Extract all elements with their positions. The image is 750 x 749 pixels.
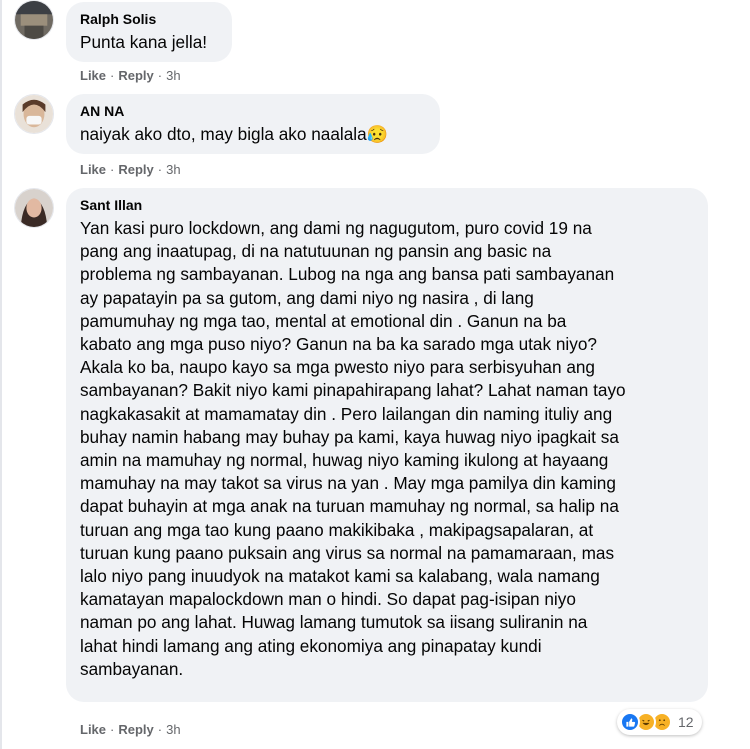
avatar[interactable] [14, 94, 54, 134]
avatar-photo [15, 1, 53, 39]
avatar-photo [15, 189, 53, 227]
reply-button[interactable]: Reply [118, 722, 153, 737]
reply-button[interactable]: Reply [118, 68, 153, 83]
comment-actions: Like · Reply · 3h [80, 722, 181, 738]
separator: · [157, 722, 163, 737]
timestamp[interactable]: 3h [166, 722, 180, 737]
comment-actions: Like · Reply · 3h [80, 162, 181, 178]
comment-author[interactable]: Ralph Solis [80, 10, 218, 28]
comment-bubble: Sant Illan Yan kasi puro lockdown, ang d… [66, 188, 708, 702]
comment-text: Punta kana jella! [80, 32, 208, 52]
reply-button[interactable]: Reply [118, 162, 153, 177]
avatar[interactable] [14, 0, 54, 40]
separator: · [110, 162, 115, 177]
like-reaction-icon [620, 712, 640, 732]
like-button[interactable]: Like [80, 162, 106, 177]
like-button[interactable]: Like [80, 68, 106, 83]
timestamp[interactable]: 3h [166, 68, 180, 83]
comment-author[interactable]: AN NA [80, 102, 426, 120]
comment-author[interactable]: Sant Illan [80, 196, 694, 214]
comment-text: Yan kasi puro lockdown, ang dami ng nagu… [80, 218, 626, 679]
thread-rail [0, 0, 2, 749]
like-button[interactable]: Like [80, 722, 106, 737]
timestamp[interactable]: 3h [166, 162, 180, 177]
comment-actions: Like · Reply · 3h [80, 68, 181, 84]
separator: · [157, 162, 163, 177]
reaction-count: 12 [678, 714, 694, 730]
avatar[interactable] [14, 188, 54, 228]
separator: · [157, 68, 163, 83]
separator: · [110, 722, 115, 737]
comment-bubble: AN NA naiyak ako dto, may bigla ako naal… [66, 94, 440, 154]
reactions-summary[interactable]: 12 [617, 709, 702, 735]
comment-text: naiyak ako dto, may bigla ako naalala😥 [80, 124, 389, 144]
avatar-photo [15, 95, 53, 133]
comment-bubble: Ralph Solis Punta kana jella! [66, 2, 232, 62]
separator: · [110, 68, 115, 83]
